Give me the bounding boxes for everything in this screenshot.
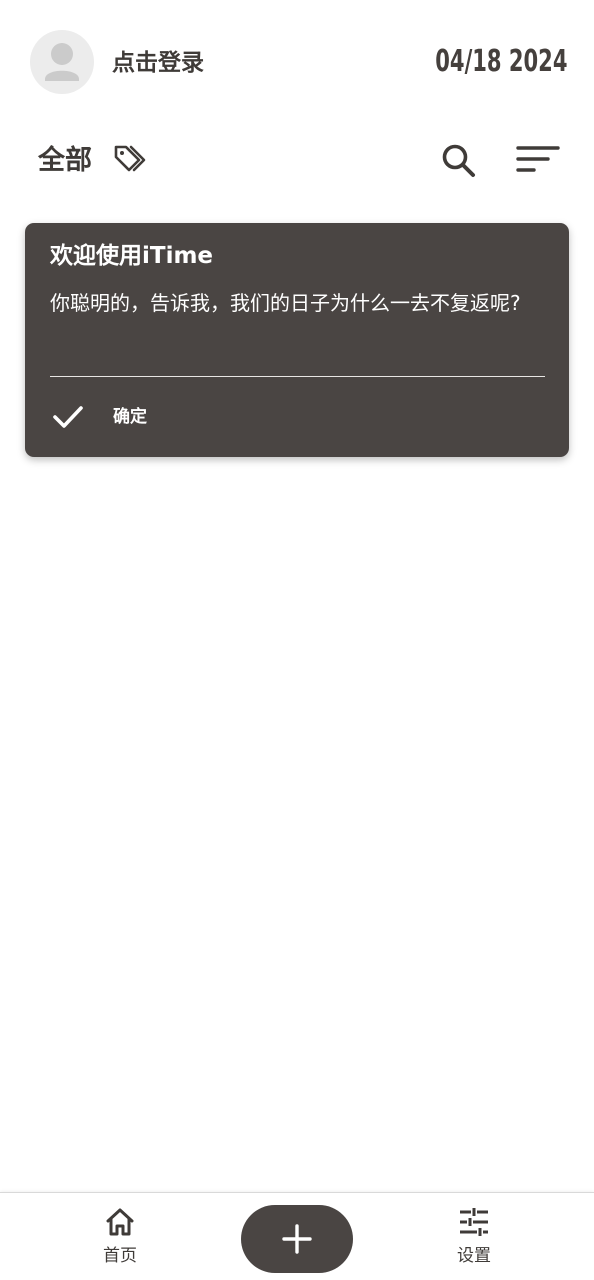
- search-icon[interactable]: [440, 142, 478, 180]
- sort-icon[interactable]: [516, 144, 560, 176]
- plus-icon: [282, 1224, 312, 1254]
- tag-icon[interactable]: [112, 142, 150, 176]
- card-title: 欢迎使用iTime: [50, 243, 214, 269]
- welcome-card: 欢迎使用iTime 你聪明的，告诉我，我们的日子为什么一去不复返呢? 确定: [25, 223, 569, 457]
- current-date: 04/18 2024: [434, 44, 567, 79]
- card-body: 你聪明的，告诉我，我们的日子为什么一去不复返呢?: [50, 291, 521, 315]
- home-icon: [103, 1205, 137, 1239]
- home-screen: 点击登录 04/18 2024 全部 欢迎使用iTime 你聪明的，告诉我，我们…: [0, 0, 594, 1280]
- sliders-icon: [457, 1205, 491, 1239]
- nav-item-home[interactable]: 首页: [60, 1193, 180, 1280]
- add-button[interactable]: [241, 1205, 353, 1273]
- card-divider: [50, 376, 545, 377]
- login-link[interactable]: 点击登录: [112, 47, 204, 79]
- nav-label-home: 首页: [103, 1246, 137, 1266]
- bottom-nav: 首页 设置: [0, 1192, 594, 1280]
- confirm-label: 确定: [113, 407, 147, 427]
- category-filter-label[interactable]: 全部: [38, 142, 92, 180]
- confirm-button[interactable]: 确定: [47, 393, 207, 441]
- nav-label-settings: 设置: [457, 1246, 491, 1266]
- nav-item-settings[interactable]: 设置: [414, 1193, 534, 1280]
- avatar[interactable]: [30, 30, 94, 94]
- check-icon: [51, 403, 85, 431]
- user-icon: [45, 43, 79, 81]
